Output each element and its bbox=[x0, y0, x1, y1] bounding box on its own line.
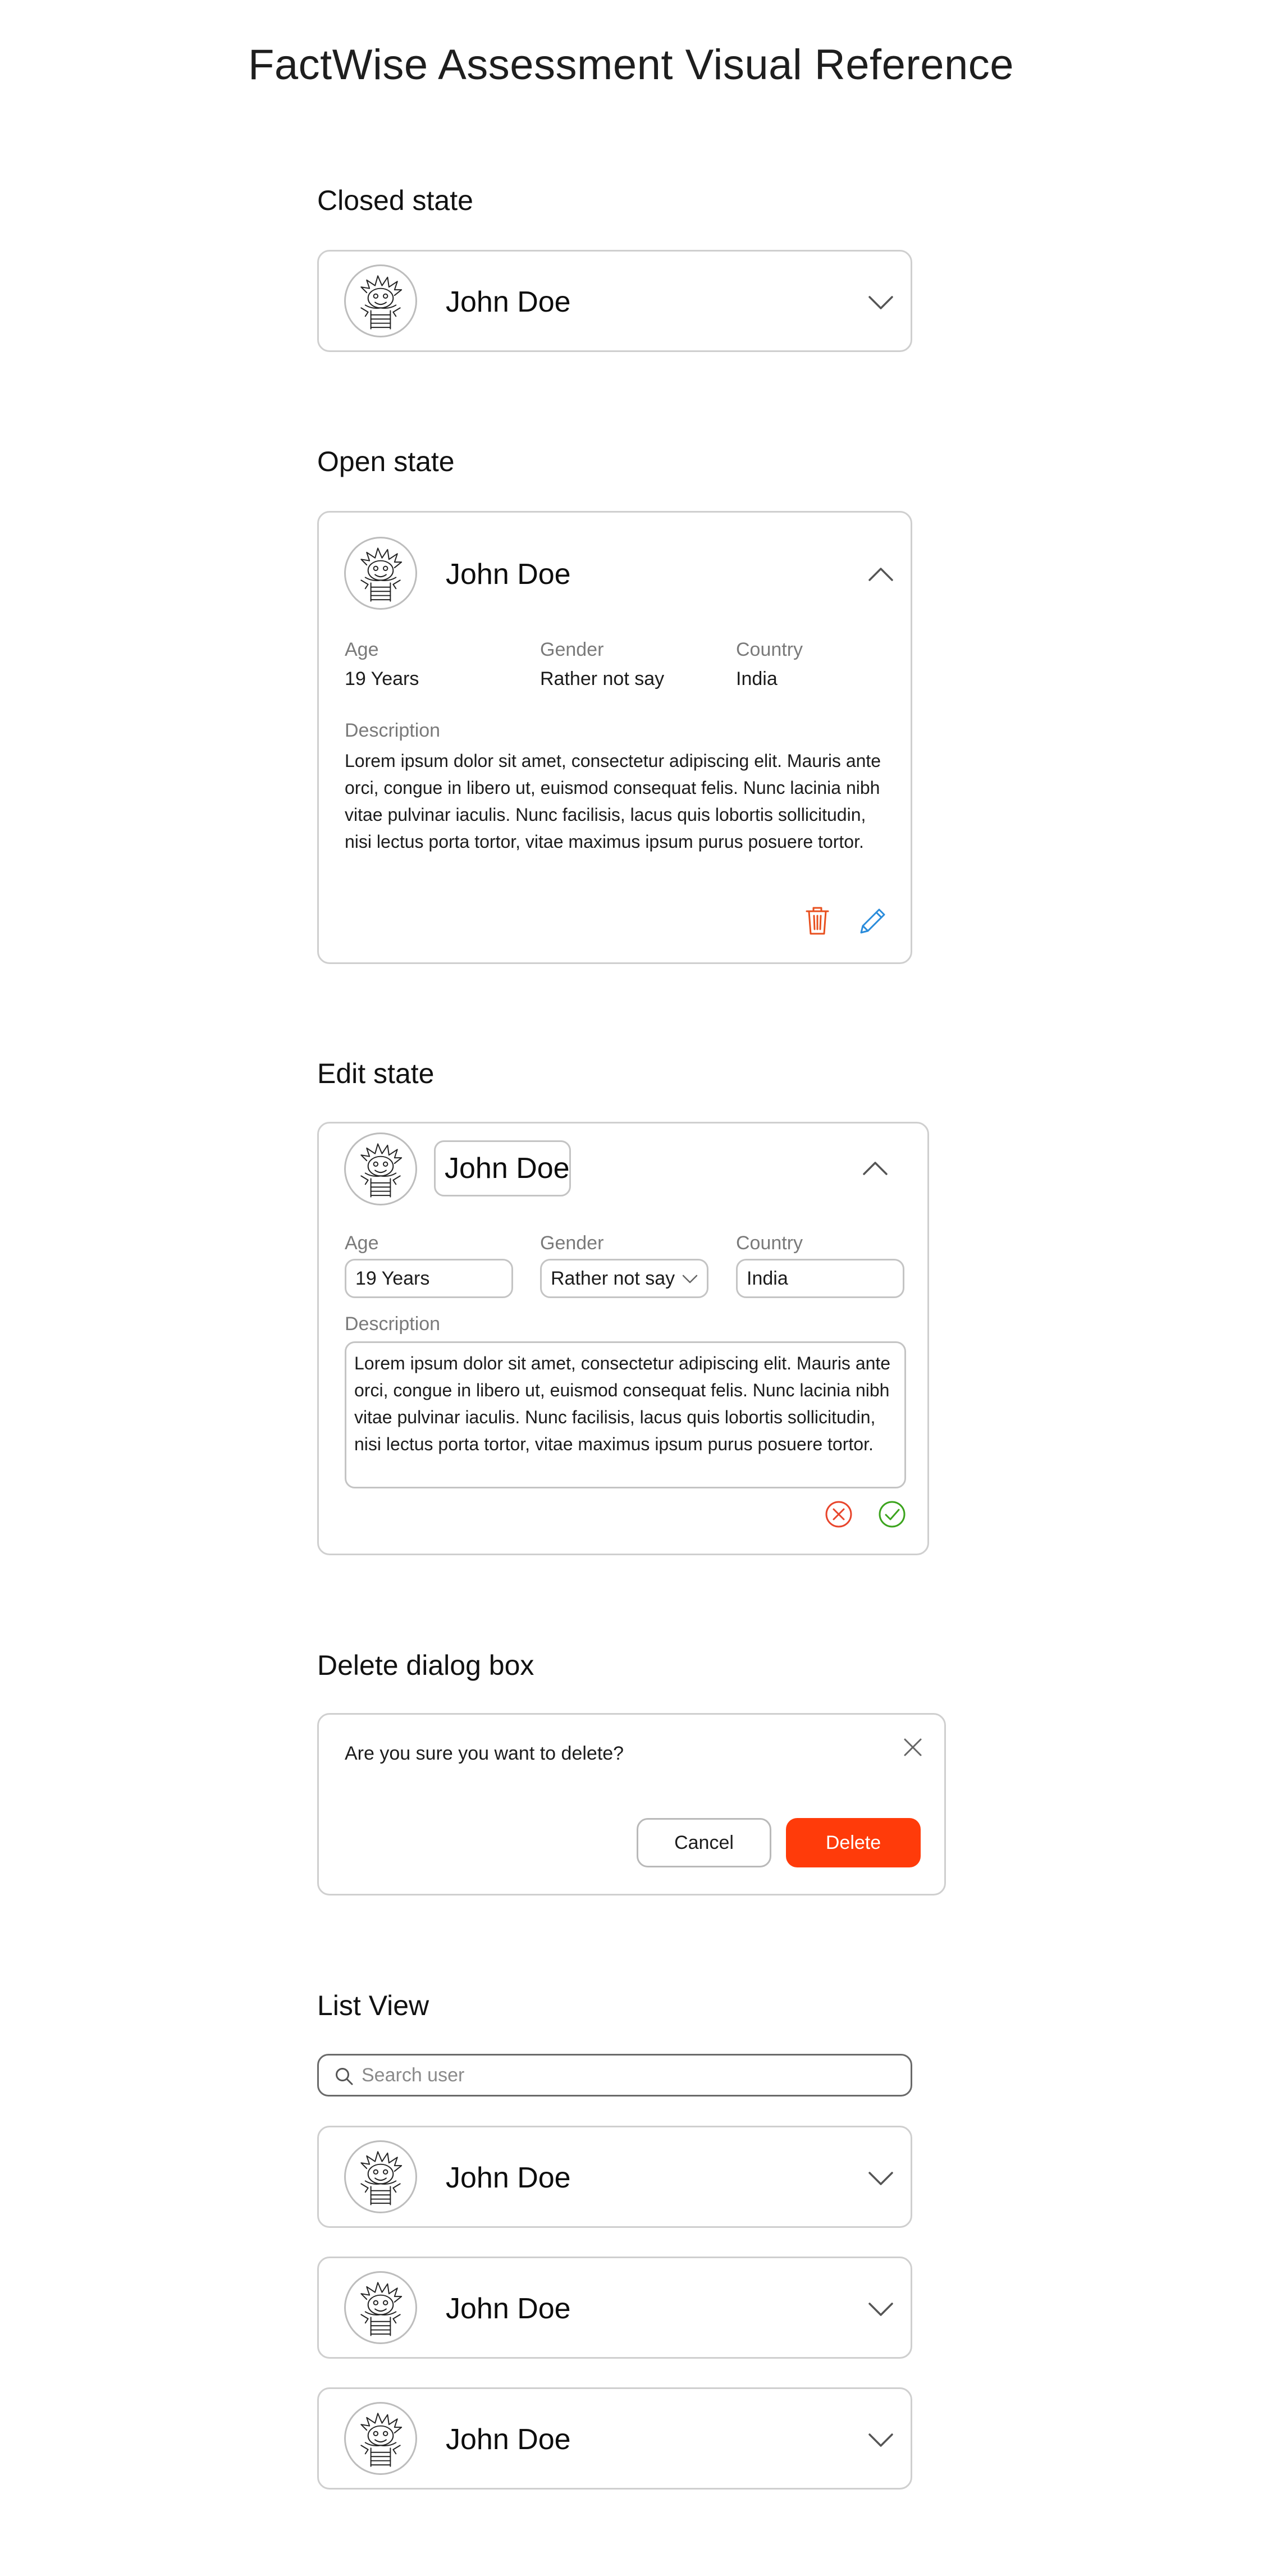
delete-button[interactable]: Delete bbox=[786, 1818, 921, 1867]
user-card-list[interactable]: John Doe bbox=[317, 2257, 912, 2359]
cancel-button[interactable]: Cancel bbox=[637, 1818, 771, 1867]
chevron-down-icon[interactable] bbox=[868, 2432, 894, 2448]
user-card-closed[interactable]: John Doe bbox=[317, 250, 912, 352]
section-title-open: Open state bbox=[317, 446, 455, 477]
trash-icon[interactable] bbox=[805, 906, 830, 936]
check-circle-icon[interactable] bbox=[877, 1500, 907, 1529]
country-input[interactable]: India bbox=[736, 1259, 904, 1298]
avatar bbox=[344, 264, 417, 337]
page-title: FactWise Assessment Visual Reference bbox=[248, 41, 1014, 89]
user-name: John Doe bbox=[446, 558, 571, 591]
age-label: Age bbox=[345, 1232, 379, 1254]
age-value: 19 Years bbox=[345, 668, 419, 689]
description-label: Description bbox=[345, 720, 441, 741]
gender-label: Gender bbox=[540, 1232, 604, 1254]
country-label: Country bbox=[736, 1232, 803, 1254]
section-title-closed: Closed state bbox=[317, 185, 473, 216]
gender-label: Gender bbox=[540, 639, 604, 660]
country-label: Country bbox=[736, 639, 803, 660]
name-input[interactable]: John Doe bbox=[434, 1140, 571, 1196]
chevron-down-icon bbox=[682, 1274, 698, 1284]
pencil-icon[interactable] bbox=[858, 906, 888, 936]
gender-value: Rather not say bbox=[540, 668, 665, 689]
avatar bbox=[344, 2140, 417, 2213]
chevron-up-icon[interactable] bbox=[868, 567, 894, 582]
gender-select[interactable]: Rather not say bbox=[540, 1259, 708, 1298]
user-name: John Doe bbox=[446, 2162, 571, 2194]
chevron-down-icon[interactable] bbox=[868, 2171, 894, 2186]
user-card-list[interactable]: John Doe bbox=[317, 2126, 912, 2228]
avatar bbox=[344, 2271, 417, 2344]
chevron-down-icon[interactable] bbox=[868, 295, 894, 310]
user-name: John Doe bbox=[446, 2423, 571, 2456]
country-value: India bbox=[736, 668, 778, 689]
search-bar bbox=[317, 2054, 912, 2097]
dialog-message: Are you sure you want to delete? bbox=[345, 1743, 624, 1764]
section-title-list: List View bbox=[317, 1990, 429, 2021]
chevron-down-icon[interactable] bbox=[868, 2301, 894, 2317]
user-card-edit: John Doe Age 19 Years Gender Rather not … bbox=[317, 1122, 929, 1555]
search-input[interactable] bbox=[362, 2056, 900, 2095]
description-label: Description bbox=[345, 1313, 441, 1335]
user-name: John Doe bbox=[446, 286, 571, 318]
delete-dialog: Are you sure you want to delete? Cancel … bbox=[317, 1713, 946, 1896]
description-textarea[interactable]: Lorem ipsum dolor sit amet, consectetur … bbox=[345, 1341, 906, 1488]
avatar bbox=[344, 537, 417, 610]
section-title-edit: Edit state bbox=[317, 1058, 435, 1089]
search-icon bbox=[335, 2067, 354, 2086]
age-label: Age bbox=[345, 639, 379, 660]
avatar bbox=[344, 1132, 417, 1205]
age-input[interactable]: 19 Years bbox=[345, 1259, 513, 1298]
gender-select-value: Rather not say bbox=[551, 1267, 675, 1289]
user-name: John Doe bbox=[446, 2292, 571, 2325]
section-title-delete: Delete dialog box bbox=[317, 1650, 534, 1681]
chevron-up-icon[interactable] bbox=[862, 1161, 888, 1176]
description-text: Lorem ipsum dolor sit amet, consectetur … bbox=[345, 751, 881, 852]
x-circle-icon[interactable] bbox=[824, 1500, 853, 1529]
close-icon[interactable] bbox=[903, 1737, 923, 1757]
avatar bbox=[344, 2402, 417, 2475]
user-card-list[interactable]: John Doe bbox=[317, 2387, 912, 2490]
user-card-open: John Doe Age 19 Years Gender Rather not … bbox=[317, 511, 912, 964]
